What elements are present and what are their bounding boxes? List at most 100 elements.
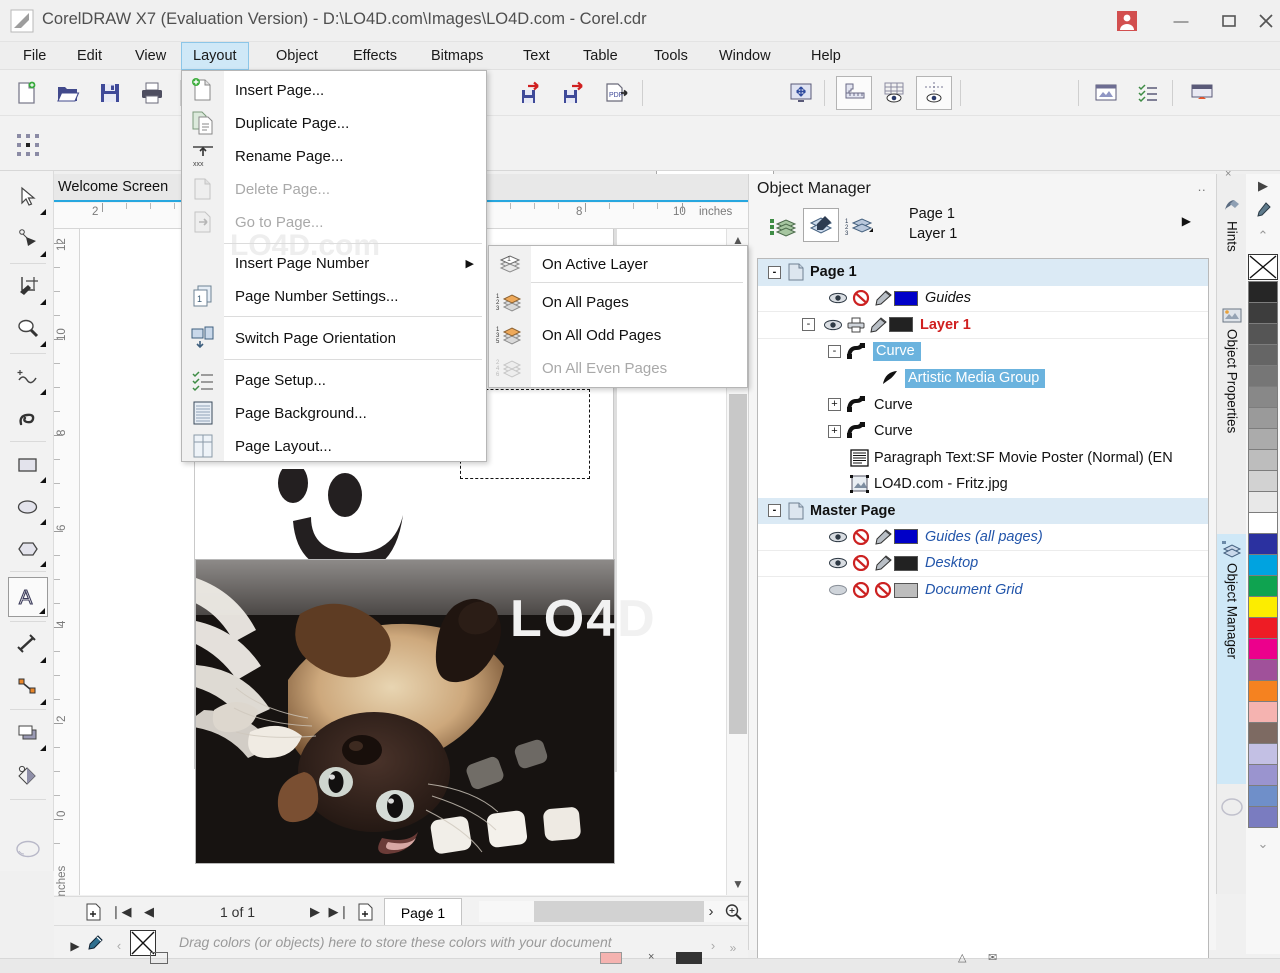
tree-row-curve[interactable]: + Curve — [758, 418, 1208, 445]
application-launcher-icon[interactable] — [1184, 76, 1220, 110]
page-strip-expand-button[interactable]: › — [700, 900, 722, 923]
tree-row-bitmap[interactable]: LO4D.com - Fritz.jpg — [758, 471, 1208, 498]
artistic-media-tool[interactable] — [8, 399, 48, 439]
palette-swatch[interactable] — [1248, 491, 1278, 513]
insert-page-after-icon[interactable] — [354, 900, 376, 923]
menu-layout[interactable]: Layout — [181, 42, 249, 70]
palette-swatch[interactable] — [1248, 407, 1278, 429]
eyedropper-icon[interactable] — [84, 931, 106, 954]
close-button[interactable] — [1245, 6, 1280, 36]
submenu-item-on-all-odd-pages[interactable]: 135 On All Odd Pages — [489, 319, 747, 351]
eye-hidden-icon[interactable] — [828, 583, 848, 597]
object-manager-tree[interactable]: - Page 1 Guides - Layer 1 - Curve Artist… — [757, 258, 1209, 966]
color-eyedropper-tool[interactable] — [8, 829, 48, 869]
new-document-icon[interactable] — [8, 76, 44, 110]
palette-swatch[interactable] — [1248, 533, 1278, 555]
edit-across-layers-icon[interactable] — [803, 208, 839, 242]
menu-item-switch-page-orientation[interactable]: Switch Page Orientation — [182, 322, 486, 354]
expander-icon[interactable]: + — [828, 398, 841, 412]
expander-icon[interactable]: - — [828, 345, 841, 359]
taskbar-misc-icon[interactable]: △ — [958, 951, 966, 964]
submenu-item-on-all-pages[interactable]: 123 On All Pages — [489, 286, 747, 318]
ellipse-tool[interactable] — [8, 487, 48, 527]
menu-tools[interactable]: Tools — [643, 42, 699, 70]
document-options-icon[interactable] — [1130, 76, 1166, 110]
edit-pencil-icon[interactable] — [869, 317, 887, 333]
palette-swatch[interactable] — [1248, 701, 1278, 723]
menu-bitmaps[interactable]: Bitmaps — [420, 42, 494, 70]
straight-line-connector-tool[interactable] — [8, 667, 48, 707]
edit-pencil-icon[interactable] — [874, 555, 892, 571]
docker-flyout-arrow-icon[interactable]: ▶ — [1182, 214, 1191, 228]
first-page-button[interactable]: ❘◀ — [110, 900, 132, 923]
palette-swatch[interactable] — [1248, 428, 1278, 450]
eye-visible-icon[interactable] — [828, 556, 848, 570]
layer-color-swatch[interactable] — [894, 555, 918, 571]
menu-item-page-layout[interactable]: Page Layout... — [182, 430, 486, 462]
drop-shadow-tool[interactable] — [8, 713, 48, 753]
expander-icon[interactable]: - — [768, 265, 781, 279]
scroll-down-icon[interactable]: ▼ — [727, 873, 749, 895]
show-object-properties-icon[interactable] — [765, 208, 801, 242]
tree-row-desktop[interactable]: Desktop — [758, 551, 1208, 577]
open-document-icon[interactable] — [50, 76, 86, 110]
tree-row-curve-selected[interactable]: - Curve — [758, 339, 1208, 366]
palette-swatch[interactable] — [1248, 554, 1278, 576]
print-disabled-icon[interactable] — [852, 528, 870, 545]
expander-icon[interactable]: - — [768, 504, 781, 518]
palette-swatch[interactable] — [1248, 365, 1278, 387]
publish-pdf-icon[interactable]: PDF — [598, 76, 634, 110]
layer-color-swatch[interactable] — [894, 582, 918, 598]
palette-swatch[interactable] — [1248, 596, 1278, 618]
palette-swatch[interactable] — [1248, 512, 1278, 534]
freehand-tool[interactable] — [8, 357, 48, 397]
document-tab-label[interactable]: Welcome Screen — [58, 179, 168, 195]
page-strip-collapse-button[interactable]: ‹ — [418, 900, 440, 923]
docker-tab-outline-pen[interactable] — [1217, 790, 1247, 850]
print-enabled-icon[interactable] — [847, 317, 865, 333]
menu-item-page-number-settings[interactable]: 1 Page Number Settings... — [182, 280, 486, 312]
palette-swatch[interactable] — [1248, 386, 1278, 408]
full-screen-preview-icon[interactable] — [783, 76, 819, 110]
palette-eyedropper-icon[interactable] — [1252, 200, 1274, 220]
palette-scroll-right[interactable]: › — [702, 934, 724, 957]
expander-icon[interactable]: - — [802, 318, 815, 332]
menu-table[interactable]: Table — [572, 42, 629, 70]
menu-text[interactable]: Text — [512, 42, 561, 70]
no-color-swatch[interactable] — [1248, 254, 1278, 280]
menu-help[interactable]: Help — [800, 42, 852, 70]
docker-tab-object-manager[interactable]: Object Manager — [1217, 534, 1247, 784]
taskbar-black-icon[interactable] — [676, 952, 702, 964]
menu-item-duplicate-page[interactable]: Duplicate Page... — [182, 107, 486, 139]
taskbar-mail-icon[interactable]: ✉ — [988, 951, 997, 964]
palette-expand-arrow[interactable]: ▶ — [64, 934, 86, 957]
pick-tool[interactable] — [8, 177, 48, 217]
layer-color-swatch[interactable] — [894, 290, 918, 306]
last-page-button[interactable]: ▶❘ — [328, 900, 350, 923]
taskbar-window-icon[interactable] — [150, 952, 168, 964]
expander-icon[interactable]: + — [828, 424, 841, 438]
docker-tab-object-properties[interactable]: Object Properties — [1217, 300, 1247, 530]
palette-swatch[interactable] — [1248, 764, 1278, 786]
menu-item-insert-page[interactable]: Insert Page... — [182, 74, 486, 106]
parallel-dimension-tool[interactable] — [8, 625, 48, 665]
palette-swatch[interactable] — [1248, 743, 1278, 765]
tree-row-layer-1[interactable]: - Layer 1 — [758, 312, 1208, 339]
polygon-tool[interactable] — [8, 529, 48, 569]
shape-tool[interactable] — [8, 219, 48, 259]
menu-view[interactable]: View — [124, 42, 177, 70]
menu-item-rename-page[interactable]: xxx Rename Page... — [182, 140, 486, 172]
print-disabled-icon[interactable] — [852, 582, 870, 599]
palette-scroll-left[interactable]: ‹ — [108, 934, 130, 957]
tree-row-document-grid[interactable]: Document Grid — [758, 577, 1208, 604]
palette-swatch[interactable] — [1248, 659, 1278, 681]
user-account-icon[interactable] — [1106, 6, 1148, 36]
show-grid-icon[interactable] — [876, 76, 912, 110]
previous-page-button[interactable]: ◀ — [138, 900, 160, 923]
layer-color-swatch[interactable] — [894, 529, 918, 545]
palette-swatch[interactable] — [1248, 680, 1278, 702]
edit-pencil-icon[interactable] — [874, 529, 892, 545]
submenu-item-on-active-layer[interactable]: 1 On Active Layer — [489, 248, 747, 280]
print-disabled-icon[interactable] — [852, 555, 870, 572]
text-tool[interactable]: A — [8, 577, 48, 617]
